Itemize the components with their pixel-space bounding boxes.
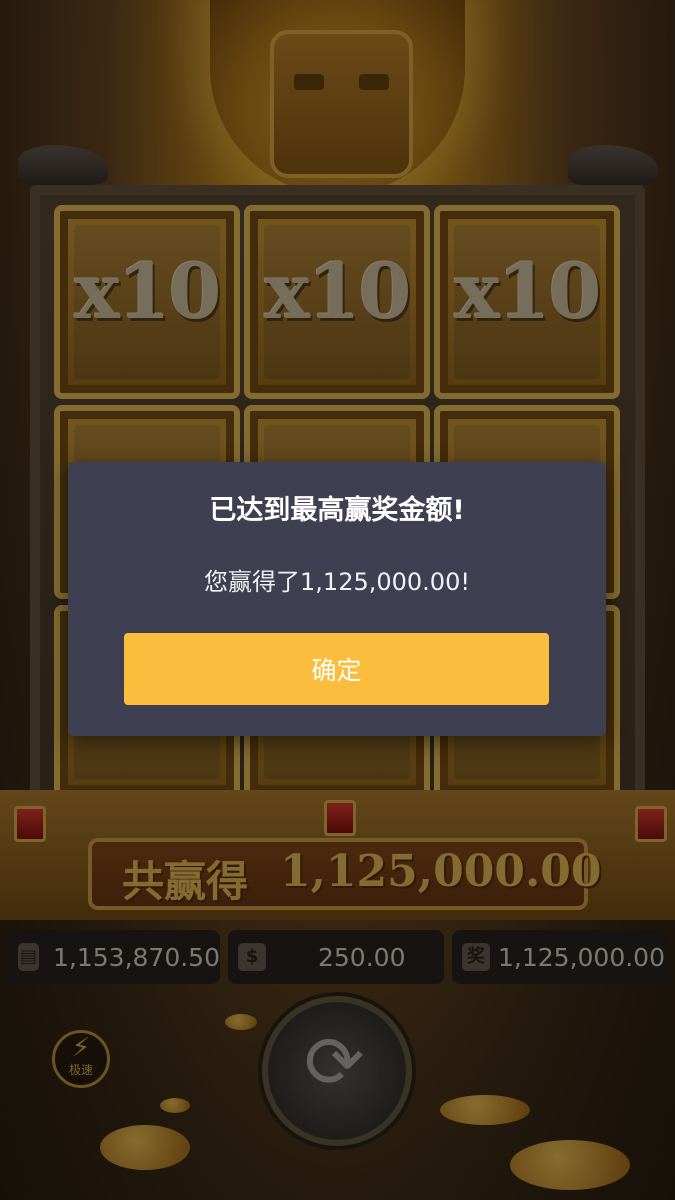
confirm-button[interactable]: 确定 <box>124 633 549 705</box>
max-win-dialog: 已达到最高赢奖金额! 您赢得了1,125,000.00! 确定 <box>68 462 606 736</box>
dialog-message: 您赢得了1,125,000.00! <box>204 568 470 596</box>
dialog-title: 已达到最高赢奖金额! <box>209 495 465 526</box>
